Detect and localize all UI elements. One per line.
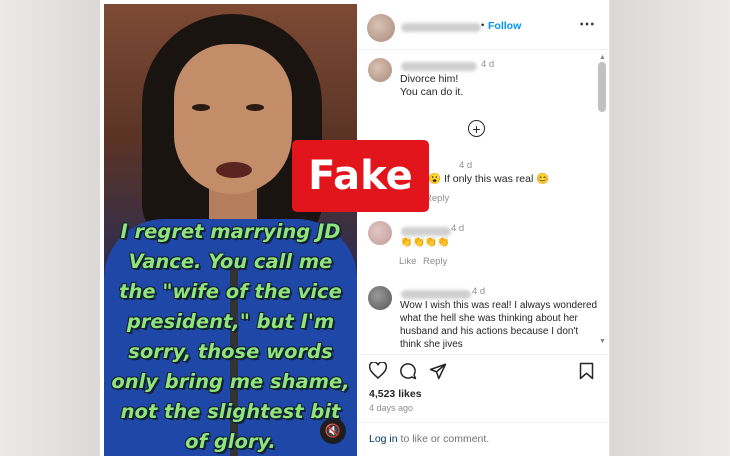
comment-icon[interactable] — [399, 362, 417, 380]
post-date: 4 days ago — [369, 403, 414, 413]
post-video[interactable]: I regret marrying JD Vance. You call me … — [104, 4, 357, 456]
video-caption: I regret marrying JD Vance. You call me … — [111, 220, 350, 453]
comment-text: Divorce him! — [400, 73, 459, 85]
like-comment-button[interactable]: Like — [399, 256, 416, 267]
comments-panel: • Follow ⋯ 4 d Divorce him! You can do i… — [357, 4, 608, 456]
scroll-down-arrow[interactable]: ▼ — [599, 338, 606, 345]
scrollbar-thumb[interactable] — [598, 62, 606, 112]
comment-time: 4 d — [451, 223, 465, 234]
commenter-avatar[interactable] — [368, 58, 392, 82]
scroll-up-arrow[interactable]: ▲ — [599, 54, 606, 61]
more-options-icon[interactable]: ⋯ — [579, 17, 595, 33]
follow-button[interactable]: Follow — [488, 20, 521, 32]
person-mouth — [216, 162, 252, 178]
mute-icon[interactable]: 🔇 — [320, 418, 346, 444]
background-right — [610, 0, 730, 456]
fake-label-badge: Fake — [292, 140, 429, 212]
comment-text: 👏👏👏👏 — [400, 237, 450, 248]
plus-circle-icon[interactable]: + — [468, 120, 485, 137]
commenter-name-blurred[interactable] — [401, 290, 471, 299]
divider — [357, 422, 608, 423]
commenter-avatar[interactable] — [368, 286, 392, 310]
comment-time: 4 d — [459, 160, 473, 171]
comment-text: 😮 If only this was real 😊 — [428, 173, 550, 185]
login-prompt: Log in to like or comment. — [369, 433, 489, 446]
reply-button[interactable]: Reply — [423, 256, 447, 267]
commenter-name-blurred[interactable] — [401, 227, 451, 236]
login-link[interactable]: Log in — [369, 433, 398, 445]
bookmark-icon[interactable] — [579, 362, 594, 380]
commenter-name-blurred[interactable] — [401, 62, 477, 71]
divider — [357, 354, 608, 355]
share-icon[interactable] — [429, 362, 447, 380]
person-eye — [192, 104, 210, 111]
comment-time: 4 d — [472, 286, 486, 297]
background-left — [0, 0, 100, 456]
commenter-avatar[interactable] — [368, 221, 392, 245]
author-name-blurred[interactable] — [401, 23, 481, 32]
heart-icon[interactable] — [369, 362, 387, 379]
header-separator: • — [481, 20, 485, 31]
comment-text: You can do it. — [400, 86, 464, 98]
login-prompt-text: to like or comment. — [397, 433, 490, 445]
person-eye — [246, 104, 264, 111]
author-avatar[interactable] — [367, 14, 395, 42]
comment-text: Wow I wish this was real! I always wonde… — [400, 300, 598, 350]
divider — [357, 49, 608, 50]
likes-count[interactable]: 4,523 likes — [369, 388, 422, 401]
comment-time: 4 d — [481, 59, 495, 70]
